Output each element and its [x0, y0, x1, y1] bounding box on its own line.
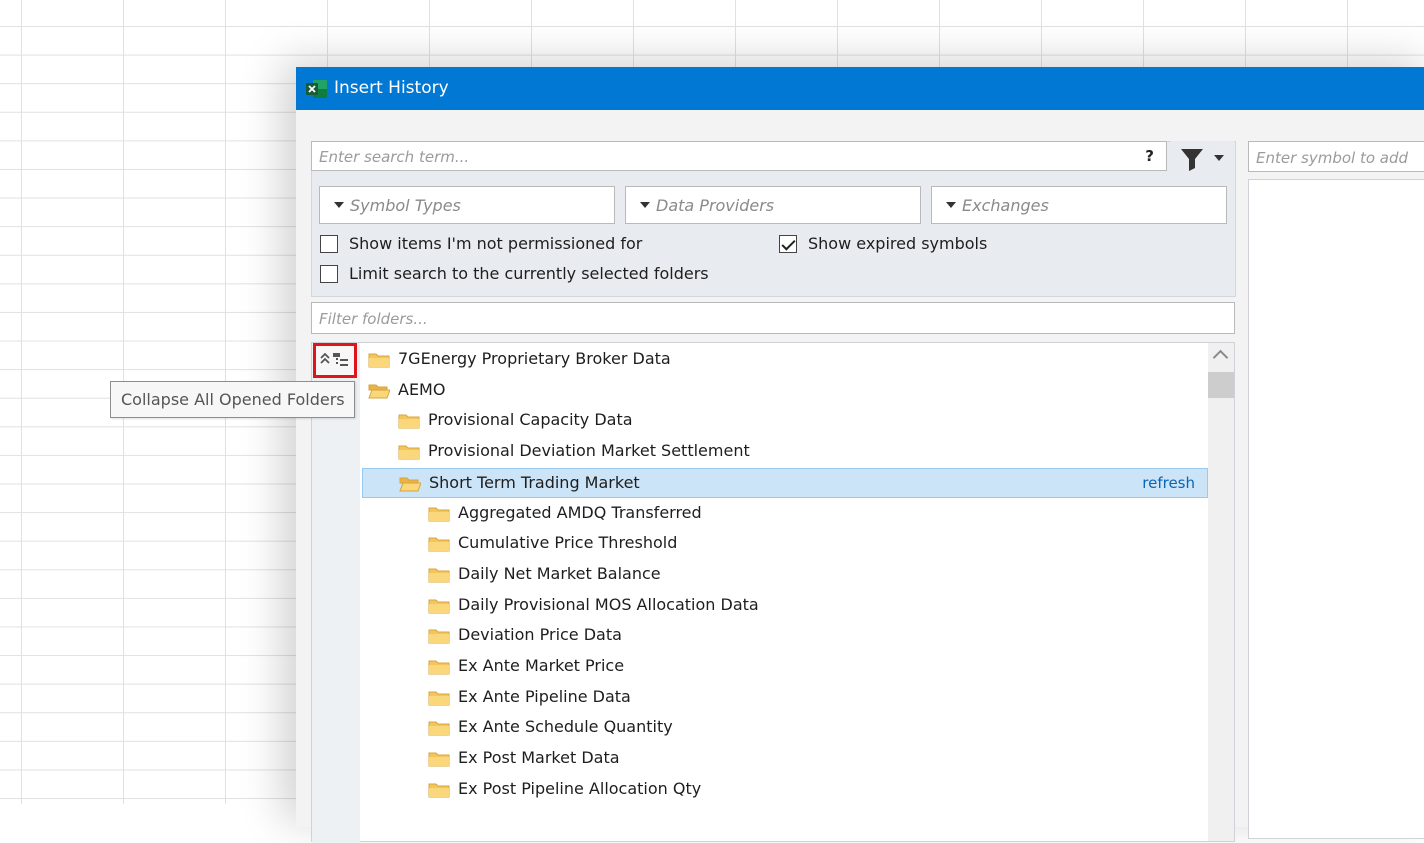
help-button[interactable]: ?: [1145, 147, 1154, 165]
tree-item-label: Ex Post Market Data: [458, 748, 620, 768]
tree-item-label: 7GEnergy Proprietary Broker Data: [398, 349, 671, 368]
show-expired-option[interactable]: Show expired symbols: [779, 234, 1039, 258]
tree-item-label: Provisional Deviation Market Settlement: [428, 441, 750, 461]
tree-row[interactable]: Daily Net Market Balance: [362, 560, 1208, 590]
tree-row[interactable]: AEMO: [362, 376, 1208, 406]
folder-icon: [428, 629, 450, 644]
show-unpermissioned-option[interactable]: Show items I'm not permissioned for: [320, 234, 720, 258]
tree-row[interactable]: Short Term Trading Market refresh: [362, 467, 1208, 498]
tree-row[interactable]: 7GEnergy Proprietary Broker Data: [362, 345, 1208, 375]
tree-item-label: Aggregated AMDQ Transferred: [458, 502, 702, 522]
tree-row[interactable]: Ex Ante Pipeline Data: [362, 683, 1208, 713]
tree-row[interactable]: Ex Post Market Data: [362, 744, 1208, 774]
folder-icon: [428, 507, 450, 521]
folder-icon: [428, 783, 450, 798]
search-box[interactable]: ?: [311, 141, 1167, 171]
folder-icon: [428, 660, 450, 675]
folder-icon: [428, 537, 450, 552]
collapse-all-icon: [320, 352, 348, 366]
caret-down-icon: [640, 202, 650, 208]
folder-open-icon: [368, 384, 390, 399]
tree-item-label: Cumulative Price Threshold: [458, 533, 678, 553]
tree-scrollbar[interactable]: [1208, 343, 1234, 841]
tree-item-label: Deviation Price Data: [458, 625, 622, 645]
folder-icon: [428, 599, 450, 614]
folder-icon: [428, 721, 450, 736]
folder-icon: [428, 752, 450, 767]
limit-search-checkbox[interactable]: [320, 265, 338, 283]
folder-icon: [428, 568, 450, 583]
tree-row[interactable]: Provisional Deviation Market Settlement: [362, 437, 1208, 467]
scrollbar-thumb[interactable]: [1208, 372, 1234, 398]
insert-history-dialog: Insert History ? Symbol Types Data Provi…: [296, 67, 1424, 843]
title-bar[interactable]: Insert History: [296, 67, 1424, 110]
folder-icon: [428, 691, 450, 706]
search-input[interactable]: [317, 145, 1121, 169]
tree-row[interactable]: Ex Ante Schedule Quantity: [362, 713, 1208, 743]
scroll-up-arrow-icon[interactable]: [1212, 349, 1229, 366]
symbol-add-input[interactable]: [1254, 146, 1424, 170]
folder-filter-input[interactable]: [317, 307, 1201, 331]
show-unpermissioned-checkbox[interactable]: [320, 235, 338, 253]
tree-item-label: Ex Ante Pipeline Data: [458, 686, 631, 706]
excel-icon: [306, 80, 327, 98]
collapse-all-button[interactable]: [313, 343, 357, 378]
tree-item-label: Provisional Capacity Data: [428, 410, 633, 430]
tree-row[interactable]: Provisional Capacity Data: [362, 406, 1208, 436]
tree-item-label: AEMO: [398, 379, 446, 399]
tree-item-label: Short Term Trading Market: [429, 472, 640, 492]
selected-symbols-list: [1248, 179, 1424, 839]
show-expired-checkbox[interactable]: [779, 235, 797, 253]
tree-row[interactable]: Aggregated AMDQ Transferred: [362, 499, 1208, 529]
tree-item-label: Ex Post Pipeline Allocation Qty: [458, 778, 702, 798]
folder-icon: [368, 353, 390, 368]
tree-row[interactable]: Cumulative Price Threshold: [362, 529, 1208, 559]
tree-toolbar: [312, 343, 360, 843]
tree-row[interactable]: Daily Provisional MOS Allocation Data: [362, 591, 1208, 621]
limit-search-option[interactable]: Limit search to the currently selected f…: [320, 264, 740, 288]
caret-down-icon: [334, 202, 344, 208]
tree-row[interactable]: Ex Post Pipeline Allocation Qty: [362, 775, 1208, 805]
tree-item-label: Daily Net Market Balance: [458, 563, 661, 583]
tree-row[interactable]: Deviation Price Data: [362, 621, 1208, 651]
filter-button[interactable]: [1171, 141, 1234, 178]
funnel-icon: [1181, 149, 1224, 171]
folder-icon: [398, 414, 420, 429]
folder-tree-panel: 7GEnergy Proprietary Broker Data AEMO Prov…: [311, 342, 1235, 843]
folder-open-icon: [399, 477, 421, 492]
tree-item-label: Ex Ante Market Price: [458, 656, 625, 675]
data-providers-dropdown[interactable]: Data Providers: [625, 186, 921, 224]
collapse-all-tooltip: Collapse All Opened Folders: [110, 381, 355, 418]
symbol-add-box[interactable]: [1248, 141, 1424, 172]
dialog-title: Insert History: [334, 78, 449, 98]
tree-item-label: Daily Provisional MOS Allocation Data: [458, 594, 759, 614]
refresh-link[interactable]: refresh: [1142, 474, 1195, 492]
caret-down-icon: [946, 202, 956, 208]
symbol-types-dropdown[interactable]: Symbol Types: [319, 186, 615, 224]
folder-icon: [398, 445, 420, 460]
exchanges-dropdown[interactable]: Exchanges: [931, 186, 1227, 224]
tree-item-label: Ex Ante Schedule Quantity: [458, 717, 673, 737]
folder-filter-box[interactable]: [311, 302, 1235, 334]
tree-row[interactable]: Ex Ante Market Price: [362, 652, 1208, 682]
